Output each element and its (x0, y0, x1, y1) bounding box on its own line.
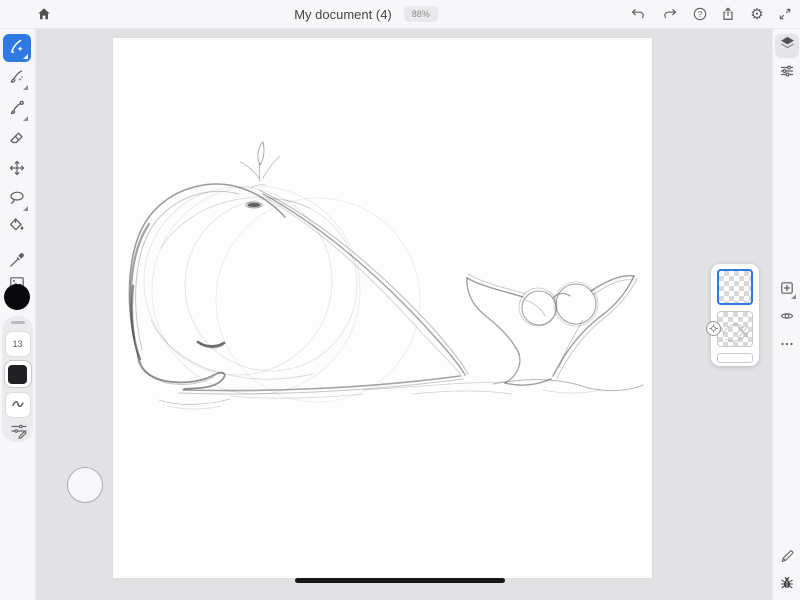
tool-sidebar: 13 (0, 28, 36, 600)
eraser-icon (8, 129, 26, 152)
undo-button[interactable] (626, 2, 650, 26)
tool-eraser[interactable] (3, 126, 31, 154)
sliders-pencil-icon (9, 427, 29, 444)
adjustments-button[interactable] (775, 61, 799, 85)
tool-transform-move[interactable] (3, 156, 31, 184)
home-indicator-bar[interactable] (295, 578, 505, 583)
panel-drag-handle[interactable] (11, 321, 25, 324)
tool-vector-brush[interactable] (3, 96, 31, 124)
layer-visibility-button[interactable] (775, 306, 799, 330)
tool-lasso-select[interactable] (3, 186, 31, 214)
share-icon (720, 6, 736, 22)
layer-badge-icon (706, 321, 721, 336)
wave-icon (10, 396, 26, 414)
layers-panel (711, 264, 759, 366)
layer-thumbnail-2[interactable] (717, 311, 753, 347)
help-icon: ? (692, 6, 708, 22)
debug-button[interactable] (775, 573, 799, 597)
panel-sidebar (772, 28, 800, 600)
adjustments-icon (779, 63, 795, 84)
debug-bug-icon (779, 575, 795, 596)
help-button[interactable]: ? (688, 2, 712, 26)
expand-window-button[interactable] (773, 2, 797, 26)
secondary-swatch-button[interactable] (5, 361, 31, 387)
home-button[interactable] (32, 2, 56, 26)
move-icon (8, 159, 26, 182)
zoom-level-badge[interactable]: 88% (404, 6, 438, 22)
layer-options-button[interactable] (775, 334, 799, 358)
layer-sketch-preview (718, 312, 753, 347)
secondary-swatch (8, 365, 27, 384)
document-header: My document (4) 88% (294, 0, 438, 28)
eye-icon (779, 308, 795, 329)
brush-size-button[interactable]: 13 (6, 332, 30, 356)
brush-settings-panel: 13 (2, 316, 33, 442)
pencil-icon (779, 548, 795, 569)
tool-pixel-brush[interactable] (3, 34, 31, 62)
layers-panel-button[interactable] (775, 34, 799, 58)
submenu-indicator (23, 54, 28, 59)
layer-thumbnail-1[interactable] (717, 269, 753, 305)
document-title: My document (4) (294, 7, 392, 22)
touch-shortcut-button[interactable] (67, 467, 103, 503)
fresco-app-window: My document (4) 88% ? (0, 0, 800, 600)
submenu-indicator (23, 206, 28, 211)
layers-icon (779, 35, 796, 57)
top-toolbar: My document (4) 88% ? (0, 0, 800, 29)
paint-bucket-icon (8, 216, 26, 239)
brush-size-value: 13 (12, 339, 22, 349)
brush-options-button[interactable] (9, 420, 29, 440)
svg-text:?: ? (698, 10, 703, 19)
smoothing-button[interactable] (6, 393, 30, 417)
whale-sketch (113, 38, 652, 578)
tool-live-brush[interactable] (3, 65, 31, 93)
expand-icon (778, 7, 792, 21)
share-button[interactable] (716, 2, 740, 26)
home-icon (36, 6, 52, 22)
color-picker-swatch[interactable] (4, 284, 30, 310)
tool-paint-fill[interactable] (3, 213, 31, 241)
submenu-indicator (23, 116, 28, 121)
layer-thumbnail-3[interactable] (717, 353, 753, 363)
submenu-indicator (23, 85, 28, 90)
settings-button[interactable]: ⚙ (745, 2, 769, 26)
pencil-input-button[interactable] (775, 546, 799, 570)
redo-icon (662, 6, 678, 22)
submenu-indicator (791, 294, 796, 299)
undo-icon (630, 6, 646, 22)
add-layer-button[interactable] (775, 278, 799, 302)
settings-gear-icon: ⚙ (750, 7, 763, 22)
drawing-canvas[interactable] (113, 38, 652, 578)
redo-button[interactable] (658, 2, 682, 26)
more-options-icon (779, 336, 795, 357)
